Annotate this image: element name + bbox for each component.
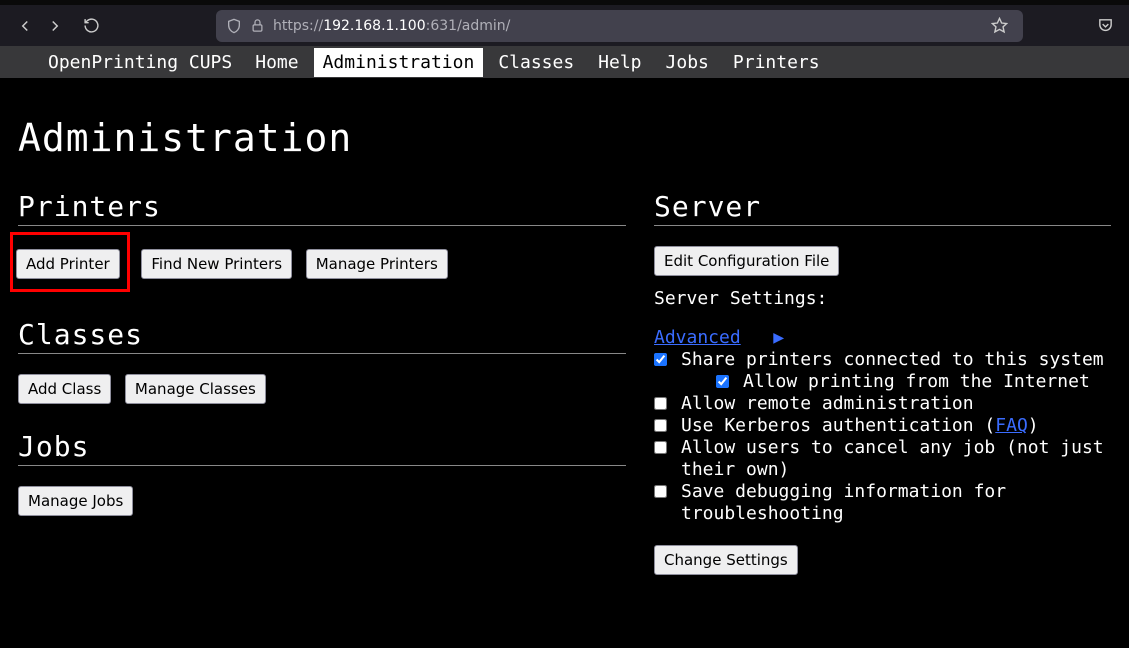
add-printer-highlight: Add Printer xyxy=(10,232,130,292)
right-column: Server Edit Configuration File Server Se… xyxy=(654,190,1111,575)
brand-label[interactable]: OpenPrinting CUPS xyxy=(48,48,232,77)
cancel-any-label: Allow users to cancel any job (not just … xyxy=(681,437,1111,481)
remote-admin-checkbox[interactable] xyxy=(654,397,667,410)
manage-classes-button[interactable]: Manage Classes xyxy=(125,374,266,404)
settings-list: Advanced ▶ Share printers connected to t… xyxy=(654,327,1111,525)
advanced-link[interactable]: Advanced xyxy=(654,327,741,348)
add-class-button[interactable]: Add Class xyxy=(18,374,111,404)
shield-icon xyxy=(226,18,242,34)
remote-admin-label: Allow remote administration xyxy=(681,393,974,415)
cancel-any-checkbox[interactable] xyxy=(654,441,667,454)
cups-nav: OpenPrinting CUPS Home Administration Cl… xyxy=(0,46,1129,78)
browser-toolbar: https://192.168.1.100:631/admin/ xyxy=(0,0,1129,46)
reload-button[interactable] xyxy=(76,11,106,41)
share-printers-label: Share printers connected to this system xyxy=(681,349,1104,371)
back-button[interactable] xyxy=(10,11,40,41)
address-bar[interactable]: https://192.168.1.100:631/admin/ xyxy=(216,10,1023,42)
bookmark-star-icon[interactable] xyxy=(985,17,1013,34)
classes-heading: Classes xyxy=(18,318,626,354)
jobs-heading: Jobs xyxy=(18,430,626,466)
manage-jobs-button[interactable]: Manage Jobs xyxy=(18,486,133,516)
find-new-printers-button[interactable]: Find New Printers xyxy=(141,249,292,279)
forward-button[interactable] xyxy=(40,11,70,41)
debug-label: Save debugging information for troublesh… xyxy=(681,481,1111,525)
nav-jobs[interactable]: Jobs xyxy=(657,48,718,77)
server-heading: Server xyxy=(654,190,1111,226)
printers-heading: Printers xyxy=(18,190,626,226)
share-printers-checkbox[interactable] xyxy=(654,353,667,366)
debug-checkbox[interactable] xyxy=(654,485,667,498)
page-body: Administration Printers Add Printer Find… xyxy=(0,78,1129,595)
add-printer-button[interactable]: Add Printer xyxy=(16,249,120,279)
faq-link[interactable]: FAQ xyxy=(995,415,1028,436)
nav-administration[interactable]: Administration xyxy=(314,48,484,77)
left-column: Printers Add Printer Find New Printers M… xyxy=(18,190,626,575)
page-title: Administration xyxy=(18,116,1111,160)
server-settings-label: Server Settings: xyxy=(654,288,1111,309)
edit-config-file-button[interactable]: Edit Configuration File xyxy=(654,246,839,276)
nav-home[interactable]: Home xyxy=(246,48,307,77)
pocket-icon[interactable] xyxy=(1091,17,1119,34)
kerberos-checkbox[interactable] xyxy=(654,419,667,432)
advanced-arrow-icon: ▶ xyxy=(752,327,785,348)
change-settings-button[interactable]: Change Settings xyxy=(654,545,798,575)
allow-internet-label: Allow printing from the Internet xyxy=(743,371,1090,393)
allow-internet-checkbox[interactable] xyxy=(716,375,729,388)
lock-icon xyxy=(250,18,265,33)
url-text: https://192.168.1.100:631/admin/ xyxy=(273,18,985,34)
kerberos-label: Use Kerberos authentication (FAQ) xyxy=(681,415,1039,437)
nav-help[interactable]: Help xyxy=(589,48,650,77)
nav-printers[interactable]: Printers xyxy=(724,48,829,77)
nav-classes[interactable]: Classes xyxy=(489,48,583,77)
manage-printers-button[interactable]: Manage Printers xyxy=(306,249,448,279)
